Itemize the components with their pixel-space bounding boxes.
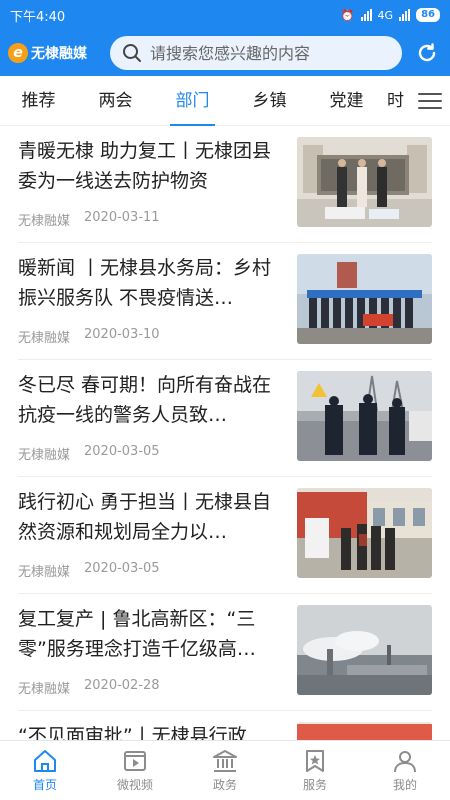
news-item[interactable]: 青暖无棣 助力复工丨无棣团县委为一线送去防护物资 无棣融媒 2020-03-11	[18, 126, 432, 243]
nav-video[interactable]: 微视频	[90, 741, 180, 800]
news-item[interactable]: 冬已尽 春可期！向所有奋战在抗疫一线的警务人员致… 无棣融媒 2020-03-0…	[18, 360, 432, 477]
tab-menu-button[interactable]	[414, 86, 446, 116]
nav-government[interactable]: 政务	[180, 741, 270, 800]
news-date: 2020-03-10	[84, 327, 160, 342]
network-type: 4G	[377, 8, 394, 22]
nav-home[interactable]: 首页	[0, 741, 90, 800]
nav-service[interactable]: 服务	[270, 741, 360, 800]
news-source: 无棣融媒	[18, 682, 71, 697]
news-item[interactable]: 复工复产 | 鲁北高新区：“三零”服务理念打造千亿级高… 无棣融媒 2020-0…	[18, 594, 432, 711]
news-date: 2020-03-05	[84, 444, 160, 459]
news-thumbnail[interactable]	[297, 137, 432, 227]
nav-government-label: 政务	[212, 777, 237, 792]
menu-icon-line	[418, 100, 442, 102]
tab-departments[interactable]: 部门	[154, 76, 231, 126]
refresh-icon	[418, 43, 436, 62]
news-item[interactable]: 暖新闻 丨无棣县水务局：乡村振兴服务队 不畏疫情送… 无棣融媒 2020-03-…	[18, 243, 432, 360]
status-time: 下午4:40	[10, 9, 66, 25]
tab-recommend[interactable]: 推荐	[0, 76, 77, 126]
category-tabs: 推荐 两会 部门 乡镇 党建 时	[0, 76, 450, 126]
news-title[interactable]: 青暖无棣 助力复工丨无棣团县委为一线送去防护物资	[18, 136, 282, 196]
status-bar: 下午4:40 ⏰ 4G 86	[0, 0, 450, 30]
nav-video-label: 微视频	[116, 777, 153, 792]
wifi-signal-icon	[399, 9, 411, 21]
service-icon	[306, 749, 324, 772]
news-source: 无棣融媒	[18, 331, 71, 346]
menu-icon	[418, 93, 442, 95]
news-thumbnail[interactable]	[297, 488, 432, 578]
news-date: 2020-02-28	[84, 678, 160, 693]
news-title[interactable]: 践行初心 勇于担当丨无棣县自然资源和规划局全力以…	[18, 487, 282, 547]
news-item[interactable]: “不见面审批”丨无棣县行政	[18, 711, 432, 740]
news-meta: 无棣融媒 2020-03-11	[18, 210, 160, 229]
alarm-off-icon: ⏰	[340, 8, 355, 22]
logo-text: 无棣融媒	[31, 46, 87, 62]
app-header: e 无棣融媒	[0, 30, 450, 76]
tab-party-building[interactable]: 党建	[308, 76, 385, 126]
logo-icon: e	[8, 43, 28, 63]
news-thumbnail[interactable]	[297, 254, 432, 344]
bottom-nav: 首页 微视频 政务 服务 我的	[0, 740, 450, 800]
user-icon	[394, 750, 416, 772]
news-feed[interactable]: 青暖无棣 助力复工丨无棣团县委为一线送去防护物资 无棣融媒 2020-03-11…	[0, 126, 450, 740]
search-input[interactable]	[150, 43, 390, 63]
nav-profile[interactable]: 我的	[360, 741, 450, 800]
signal-icon	[360, 9, 372, 21]
news-date: 2020-03-11	[84, 210, 160, 225]
app-logo: e 无棣融媒	[8, 43, 108, 63]
nav-profile-label: 我的	[392, 777, 417, 792]
news-title[interactable]: 暖新闻 丨无棣县水务局：乡村振兴服务队 不畏疫情送…	[18, 253, 282, 313]
search-box[interactable]	[110, 36, 402, 70]
news-thumbnail[interactable]	[297, 722, 432, 740]
news-date: 2020-03-05	[84, 561, 160, 576]
nav-service-label: 服务	[302, 777, 327, 792]
tab-towns[interactable]: 乡镇	[231, 76, 308, 126]
tab-two-sessions[interactable]: 两会	[77, 76, 154, 126]
news-source: 无棣融媒	[18, 448, 71, 463]
news-thumbnail[interactable]	[297, 371, 432, 461]
news-meta: 无棣融媒 2020-03-10	[18, 327, 160, 346]
menu-icon-line	[418, 107, 442, 109]
news-title[interactable]: “不见面审批”丨无棣县行政	[18, 721, 282, 740]
news-source: 无棣融媒	[18, 565, 71, 580]
news-title[interactable]: 冬已尽 春可期！向所有奋战在抗疫一线的警务人员致…	[18, 370, 282, 430]
home-icon	[34, 749, 56, 772]
nav-home-label: 首页	[32, 777, 57, 792]
news-title[interactable]: 复工复产 | 鲁北高新区：“三零”服务理念打造千亿级高…	[18, 604, 282, 664]
news-meta: 无棣融媒 2020-03-05	[18, 444, 160, 463]
news-meta: 无棣融媒 2020-02-28	[18, 678, 160, 697]
news-thumbnail[interactable]	[297, 605, 432, 695]
tab-partial[interactable]: 时	[385, 76, 415, 126]
news-meta: 无棣融媒 2020-03-05	[18, 561, 160, 580]
video-icon	[124, 750, 146, 771]
news-item[interactable]: 践行初心 勇于担当丨无棣县自然资源和规划局全力以… 无棣融媒 2020-03-0…	[18, 477, 432, 594]
refresh-button[interactable]	[414, 40, 440, 66]
news-source: 无棣融媒	[18, 214, 71, 229]
battery-level: 86	[416, 8, 440, 22]
government-icon	[213, 749, 237, 772]
search-icon	[123, 44, 141, 62]
